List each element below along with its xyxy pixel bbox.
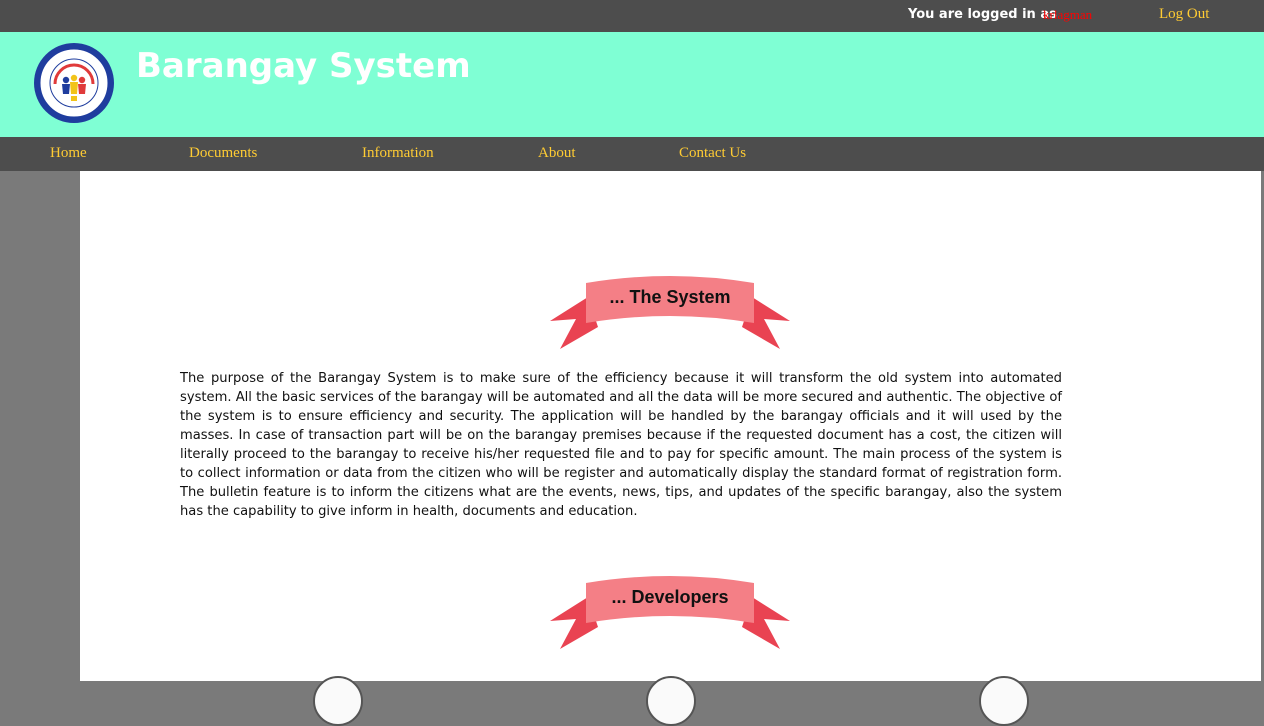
top-bar: You are logged in as krlagman Log Out — [0, 0, 1264, 32]
nav-home[interactable]: Home — [50, 145, 87, 162]
the-system-heading: ... The System — [609, 287, 731, 307]
ribbon-icon — [550, 576, 790, 649]
main-nav: Home Documents Information About Contact… — [0, 137, 1264, 171]
developer-avatar — [979, 676, 1029, 726]
site-title: Barangay System — [136, 46, 471, 86]
login-status-label: You are logged in as — [908, 7, 1057, 22]
main-content: ... The System The purpose of the Barang… — [80, 171, 1261, 726]
nav-about[interactable]: About — [538, 145, 576, 162]
system-description: The purpose of the Barangay System is to… — [180, 371, 1062, 519]
developers-banner: ... Developers — [550, 571, 790, 651]
developer-avatar — [646, 676, 696, 726]
nav-documents[interactable]: Documents — [189, 145, 257, 162]
barangay-seal-logo — [34, 43, 114, 123]
developers-heading: ... Developers — [611, 587, 729, 607]
ribbon-icon — [550, 276, 790, 349]
username: krlagman — [1043, 7, 1093, 22]
developer-avatar — [313, 676, 363, 726]
the-system-banner: ... The System — [550, 271, 790, 351]
site-header: Barangay System — [0, 32, 1264, 137]
nav-information[interactable]: Information — [362, 145, 434, 162]
logout-link[interactable]: Log Out — [1159, 6, 1209, 23]
nav-contact-us[interactable]: Contact Us — [679, 145, 746, 162]
